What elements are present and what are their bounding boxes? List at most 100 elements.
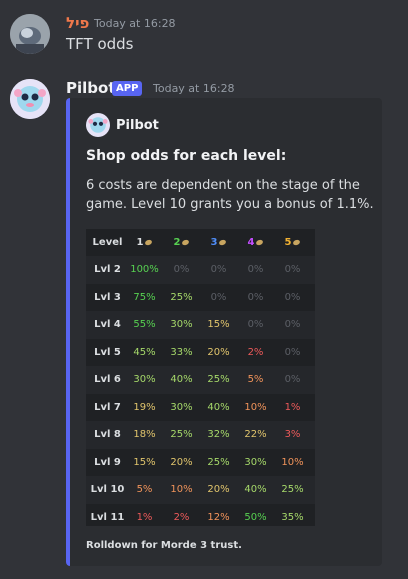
table-row: Lvl 2 100% 0% 0% 0% 0% [86,256,315,284]
level-label: Lvl 8 [94,429,121,440]
table-row: Lvl 4 55% 30% 15% 0% 0% [86,311,315,339]
bot-username[interactable]: Pilbot [66,79,116,97]
odds-cell: 40% [244,484,267,495]
odds-cell: 0% [210,264,227,275]
gold-coin-icon [292,238,302,246]
odds-cell: 12% [207,511,230,523]
odds-cell: 5% [247,374,264,385]
header-label: 4 [247,237,255,248]
header-cost-2: 2 [163,229,200,256]
table-row: Lvl 11 1% 2% 12% 50% 35% [86,504,315,532]
odds-cell: 30% [133,374,156,385]
app-badge: APP [112,81,143,96]
odds-cell: 0% [210,291,227,303]
odds-cell: 25% [207,374,230,385]
header-cost-4: 4 [237,229,274,256]
odds-cell: 10% [244,401,267,413]
level-label: Lvl 3 [94,291,121,303]
odds-cell: 10% [170,484,193,495]
odds-cell: 40% [170,374,193,385]
odds-cell: 0% [247,319,264,330]
odds-cell: 0% [247,291,264,303]
level-label: Lvl 10 [90,484,125,495]
odds-cell: 33% [170,346,193,358]
header-label: 5 [284,237,292,248]
level-label: Lvl 9 [94,456,121,468]
odds-cell: 1% [284,401,301,413]
odds-cell: 0% [284,374,301,385]
odds-cell: 15% [133,456,156,468]
odds-cell: 5% [136,484,153,495]
header-cost-3: 3 [200,229,237,256]
odds-cell: 2% [247,346,264,358]
level-label: Lvl 6 [94,374,121,385]
odds-cell: 30% [244,456,267,468]
header-label: 3 [210,237,218,248]
odds-cell: 1% [136,511,153,523]
odds-cell: 40% [207,401,230,413]
header-label: 2 [173,237,181,248]
table-row: Lvl 3 75% 25% 0% 0% 0% [86,284,315,312]
odds-cell: 10% [281,456,304,468]
header-label: 1 [136,237,144,248]
embed-footer: Rolldown for Morde 3 trust. [86,540,242,551]
odds-cell: 25% [207,456,230,468]
odds-cell: 0% [284,264,301,275]
odds-cell: 20% [207,484,230,495]
embed-description: 6 costs are dependent on the stage of th… [86,178,374,212]
odds-cell: 18% [133,429,156,440]
message-text: TFT odds [66,35,134,53]
odds-cell: 30% [170,401,193,413]
table-header: Level 1 2 3 4 5 [86,229,315,257]
odds-cell: 20% [207,346,230,358]
odds-cell: 25% [170,291,193,303]
odds-cell: 3% [284,429,301,440]
table-row: Lvl 5 45% 33% 20% 2% 0% [86,339,315,367]
level-label: Lvl 4 [94,319,121,330]
odds-cell: 25% [281,484,304,495]
embed-title: Shop odds for each level: [86,148,287,164]
header-level: Level [92,237,123,248]
odds-cell: 22% [244,429,267,440]
timestamp: Today at 16:28 [94,17,176,30]
odds-cell: 2% [173,511,190,523]
gold-coin-icon [144,238,154,246]
level-label: Lvl 2 [94,264,121,275]
embed-author[interactable]: Pilbot [116,118,159,133]
level-label: Lvl 11 [90,511,125,523]
odds-cell: 50% [244,511,267,523]
table-row: Lvl 10 5% 10% 20% 40% 25% [86,476,315,504]
odds-cell: 45% [133,346,156,358]
bot-avatar[interactable] [10,79,50,119]
odds-cell: 55% [133,319,156,330]
user-avatar[interactable] [10,14,50,54]
embed: Pilbot Shop odds for each level: 6 costs… [66,98,382,566]
odds-cell: 25% [170,429,193,440]
odds-cell: 0% [173,264,190,275]
odds-cell: 30% [170,319,193,330]
odds-cell: 0% [284,291,301,303]
odds-cell: 15% [207,319,230,330]
odds-cell: 0% [284,346,301,358]
level-label: Lvl 7 [94,401,121,413]
odds-cell: 35% [281,511,304,523]
odds-cell: 32% [207,429,230,440]
embed-author-icon [86,113,110,137]
odds-table: Level 1 2 3 4 5 Lvl 2 100% 0% 0% 0% 0% Lvl 3 75… [86,229,315,526]
gold-coin-icon [218,238,228,246]
odds-cell: 19% [133,401,156,413]
odds-cell: 20% [170,456,193,468]
odds-cell: 0% [247,264,264,275]
gold-coin-icon [181,238,191,246]
odds-cell: 100% [130,264,159,275]
timestamp: Today at 16:28 [153,82,235,95]
level-label: Lvl 5 [94,346,121,358]
username[interactable]: פיל [66,14,89,32]
odds-cell: 0% [284,319,301,330]
table-row: Lvl 9 15% 20% 25% 30% 10% [86,449,315,477]
odds-cell: 75% [133,291,156,303]
table-row: Lvl 7 19% 30% 40% 10% 1% [86,394,315,422]
header-cost-1: 1 [126,229,163,256]
table-row: Lvl 6 30% 40% 25% 5% 0% [86,366,315,394]
header-cost-5: 5 [274,229,311,256]
